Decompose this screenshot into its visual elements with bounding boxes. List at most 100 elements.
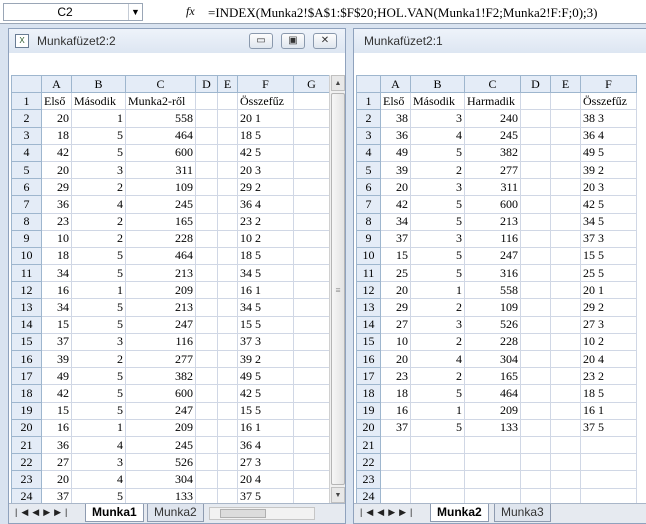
row-header[interactable]: 23 [356, 470, 381, 489]
cell[interactable] [520, 332, 551, 352]
cell[interactable]: 16 1 [237, 281, 294, 300]
cell[interactable] [217, 384, 238, 403]
cell[interactable] [380, 435, 411, 455]
cell[interactable]: 311 [464, 178, 521, 197]
cell[interactable]: 1 [71, 109, 126, 128]
cell[interactable] [520, 212, 551, 231]
cell[interactable] [520, 229, 551, 248]
cell[interactable] [580, 453, 637, 472]
cell[interactable] [217, 281, 238, 300]
cell[interactable]: 5 [410, 246, 465, 266]
window-titlebar[interactable]: X Munkafüzet2:2 ▭ ▣ ✕ [9, 29, 345, 53]
cell[interactable]: 3 [410, 229, 465, 248]
cell[interactable]: 600 [125, 384, 196, 403]
cell[interactable]: 526 [464, 315, 521, 334]
cell[interactable]: 5 [71, 246, 126, 266]
cell[interactable]: 600 [125, 143, 196, 162]
cell[interactable]: 2 [410, 160, 465, 180]
row-header[interactable]: 8 [356, 212, 381, 231]
cell[interactable]: 29 [41, 178, 72, 197]
cell[interactable] [293, 418, 330, 437]
cell[interactable] [217, 229, 238, 248]
column-header[interactable]: E [217, 74, 238, 94]
cell[interactable]: Második [410, 92, 465, 111]
cell[interactable] [293, 435, 330, 455]
cell[interactable] [195, 384, 218, 403]
cell[interactable]: 20 1 [237, 109, 294, 128]
row-header[interactable]: 10 [11, 246, 42, 266]
cell[interactable]: 4 [410, 349, 465, 369]
cell[interactable]: 20 1 [580, 281, 637, 300]
cell[interactable]: 34 5 [237, 264, 294, 283]
cell[interactable]: 2 [71, 229, 126, 248]
cell[interactable] [195, 470, 218, 489]
cell[interactable]: 3 [410, 178, 465, 197]
cell[interactable]: 18 [380, 384, 411, 403]
cell[interactable] [293, 349, 330, 369]
cell[interactable]: 20 3 [237, 160, 294, 180]
cell[interactable]: 36 [41, 435, 72, 455]
row-header[interactable]: 20 [356, 418, 381, 437]
cell[interactable]: 2 [410, 332, 465, 352]
column-header[interactable]: A [41, 74, 72, 94]
cell[interactable] [195, 178, 218, 197]
minimize-button[interactable]: ▭ [249, 33, 273, 49]
cell[interactable] [293, 143, 330, 162]
cell[interactable]: 4 [410, 126, 465, 145]
function-icon[interactable]: fx [186, 4, 195, 19]
cell[interactable] [217, 315, 238, 334]
cell[interactable] [217, 401, 238, 420]
row-header[interactable]: 3 [356, 126, 381, 145]
cell[interactable]: 20 4 [237, 470, 294, 489]
row-header[interactable]: 15 [356, 332, 381, 352]
cell[interactable] [217, 264, 238, 283]
cell[interactable] [195, 195, 218, 214]
cell[interactable] [195, 264, 218, 283]
row-header[interactable]: 9 [11, 229, 42, 248]
cell[interactable] [520, 384, 551, 403]
cell[interactable] [217, 470, 238, 489]
cell[interactable]: 311 [125, 160, 196, 180]
cell[interactable] [293, 246, 330, 266]
cell[interactable]: 2 [71, 178, 126, 197]
worksheet-grid[interactable]: ABCDEFG 1 Első Második Munka2-ről Összefűz 2 2… [11, 74, 330, 523]
cell[interactable]: 16 1 [580, 401, 637, 420]
cell[interactable]: 209 [125, 418, 196, 437]
cell[interactable]: 36 4 [237, 195, 294, 214]
cell[interactable]: 42 5 [580, 195, 637, 214]
cell[interactable]: 15 [41, 401, 72, 420]
cell[interactable] [580, 470, 637, 489]
cell[interactable]: 5 [71, 143, 126, 162]
cell[interactable]: 10 [380, 332, 411, 352]
cell[interactable]: 20 4 [580, 349, 637, 369]
restore-button[interactable]: ▣ [281, 33, 305, 49]
cell[interactable] [293, 470, 330, 489]
cell[interactable]: 3 [71, 160, 126, 180]
cell[interactable]: 34 5 [580, 212, 637, 231]
cell[interactable]: 600 [464, 195, 521, 214]
cell[interactable]: 247 [464, 246, 521, 266]
column-header[interactable]: D [195, 74, 218, 94]
cell[interactable] [195, 349, 218, 369]
cell[interactable] [550, 384, 581, 403]
cell[interactable] [410, 453, 465, 472]
row-header[interactable]: 1 [11, 92, 42, 111]
row-header[interactable]: 13 [11, 298, 42, 317]
cell[interactable]: 109 [464, 298, 521, 317]
cell[interactable]: 240 [464, 109, 521, 128]
cell[interactable] [550, 470, 581, 489]
row-header[interactable]: 13 [356, 298, 381, 317]
cell[interactable] [550, 195, 581, 214]
cell[interactable]: 316 [464, 264, 521, 283]
cell[interactable]: Harmadik [464, 92, 521, 111]
cell[interactable]: 16 [380, 401, 411, 420]
cell[interactable]: 116 [125, 332, 196, 352]
column-header[interactable]: B [410, 74, 465, 94]
vertical-scrollbar[interactable]: ▲ ≡ ▼ [329, 75, 345, 503]
cell[interactable]: 25 [380, 264, 411, 283]
cell[interactable]: 34 [380, 212, 411, 231]
cell[interactable]: 37 5 [580, 418, 637, 437]
cell[interactable] [217, 92, 238, 111]
cell[interactable] [520, 435, 551, 455]
cell[interactable]: 15 [380, 246, 411, 266]
